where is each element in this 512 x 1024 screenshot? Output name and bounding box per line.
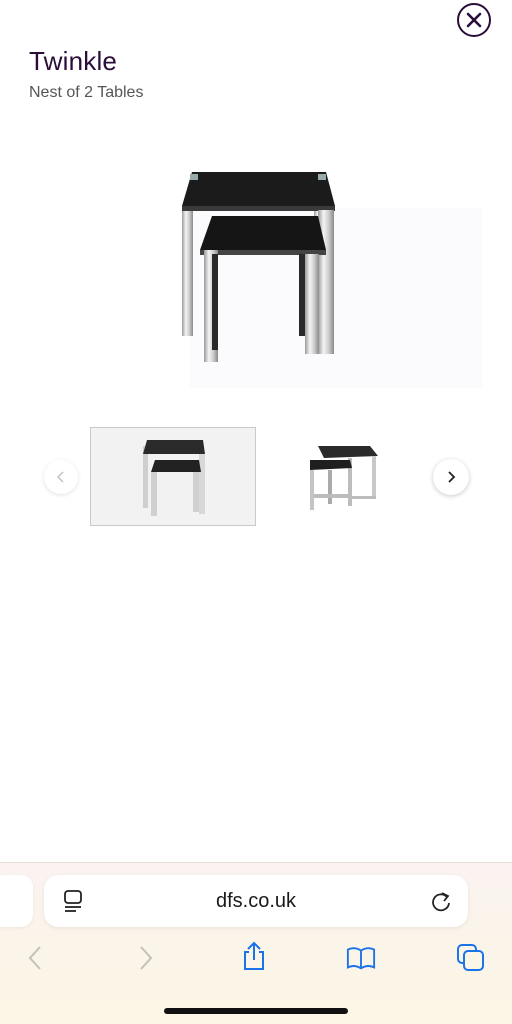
thumbnail-front[interactable] — [90, 427, 256, 526]
address-bar[interactable]: dfs.co.uk — [44, 875, 468, 927]
share-icon — [244, 941, 264, 970]
carousel-next-button[interactable] — [433, 459, 469, 495]
previous-tab-preview[interactable] — [0, 875, 33, 927]
product-title: Twinkle — [29, 46, 118, 76]
tabs-button[interactable] — [456, 943, 486, 973]
back-button[interactable] — [20, 943, 50, 973]
back-icon — [28, 946, 41, 970]
bookmarks-button[interactable] — [346, 943, 376, 973]
close-icon — [466, 12, 482, 28]
reload-icon[interactable] — [430, 890, 452, 912]
carousel-prev-button[interactable] — [44, 460, 78, 494]
chevron-left-icon — [56, 471, 64, 483]
home-indicator — [164, 1008, 348, 1014]
bookmarks-icon — [346, 947, 376, 970]
share-button[interactable] — [239, 941, 269, 971]
close-button[interactable] — [457, 3, 491, 37]
product-main-image — [168, 166, 484, 388]
thumbnail-angled[interactable] — [288, 432, 388, 522]
tabs-icon — [457, 944, 484, 971]
forward-icon — [140, 946, 153, 970]
chevron-right-icon — [448, 471, 456, 483]
forward-button[interactable] — [131, 943, 161, 973]
url-text: dfs.co.uk — [215, 890, 297, 912]
product-subtitle: Nest of 2 Tables — [29, 84, 144, 101]
